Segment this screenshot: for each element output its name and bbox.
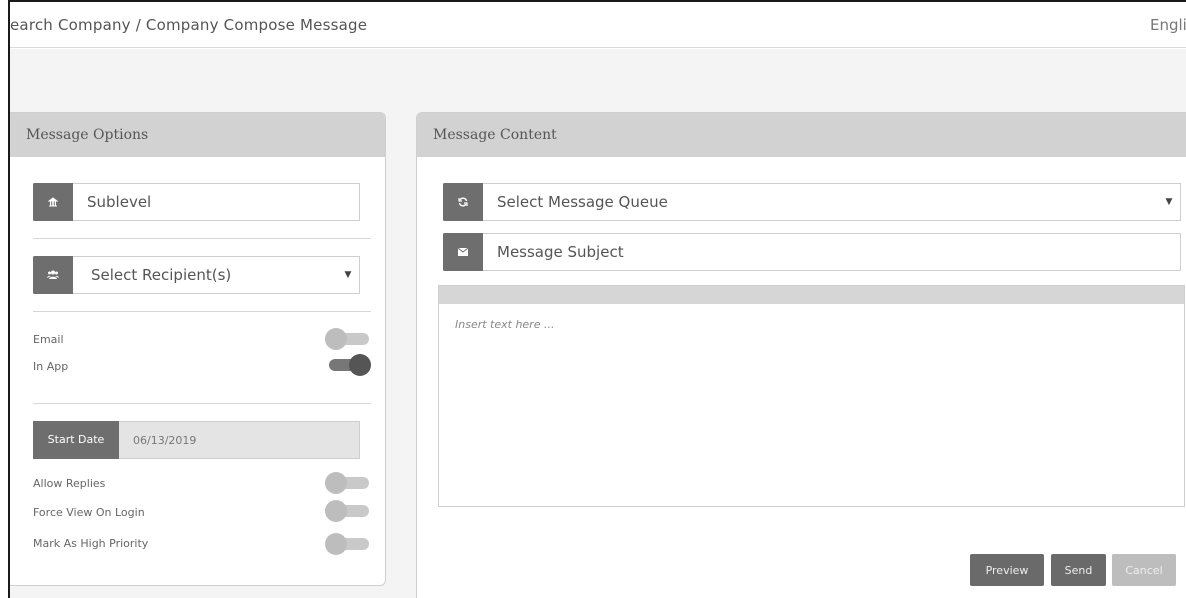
refresh-icon xyxy=(443,182,483,221)
email-toggle[interactable] xyxy=(325,328,371,350)
building-icon xyxy=(33,182,73,221)
message-queue-select[interactable]: Select Message Queue ▼ xyxy=(443,182,1181,221)
start-date-field[interactable]: Start Date 06/13/2019 xyxy=(33,420,360,459)
envelope-icon xyxy=(443,232,483,271)
email-toggle-label: Email xyxy=(33,333,64,346)
start-date-value: 06/13/2019 xyxy=(133,433,197,447)
cancel-button[interactable]: Cancel xyxy=(1112,554,1176,586)
divider xyxy=(33,238,371,239)
editor-placeholder: Insert text here ... xyxy=(455,318,555,331)
in-app-toggle[interactable] xyxy=(325,354,371,376)
message-options-title: Message Options xyxy=(10,113,385,157)
chevron-down-icon: ▼ xyxy=(1165,197,1173,207)
breadcrumb: earch Company / Company Compose Message xyxy=(10,16,368,34)
recipients-select[interactable]: Select Recipient(s) ▼ xyxy=(33,255,360,294)
message-subject-input[interactable]: Message Subject xyxy=(443,232,1181,271)
high-priority-toggle[interactable] xyxy=(325,533,371,555)
top-bar: earch Company / Company Compose Message … xyxy=(10,2,1186,48)
editor-toolbar xyxy=(439,286,1184,304)
users-icon xyxy=(33,255,73,294)
language-selector[interactable]: Englis xyxy=(1150,16,1186,34)
recipients-value: Select Recipient(s) xyxy=(91,266,232,284)
force-view-toggle[interactable] xyxy=(325,500,371,522)
send-button[interactable]: Send xyxy=(1051,554,1106,586)
message-editor[interactable]: Insert text here ... xyxy=(438,285,1185,507)
force-view-label: Force View On Login xyxy=(33,506,145,519)
high-priority-label: Mark As High Priority xyxy=(33,537,149,550)
divider xyxy=(33,311,371,312)
in-app-toggle-label: In App xyxy=(33,360,69,373)
start-date-label[interactable]: Start Date xyxy=(33,420,119,459)
allow-replies-label: Allow Replies xyxy=(33,477,106,490)
message-content-title: Message Content xyxy=(417,113,1186,157)
message-subject-placeholder: Message Subject xyxy=(497,243,624,261)
divider xyxy=(33,403,371,404)
sublevel-value: Sublevel xyxy=(87,193,152,211)
preview-button[interactable]: Preview xyxy=(970,554,1044,586)
chevron-down-icon: ▼ xyxy=(344,270,352,280)
message-queue-value: Select Message Queue xyxy=(497,193,668,211)
allow-replies-toggle[interactable] xyxy=(325,472,371,494)
sublevel-field[interactable]: Sublevel xyxy=(33,182,360,221)
